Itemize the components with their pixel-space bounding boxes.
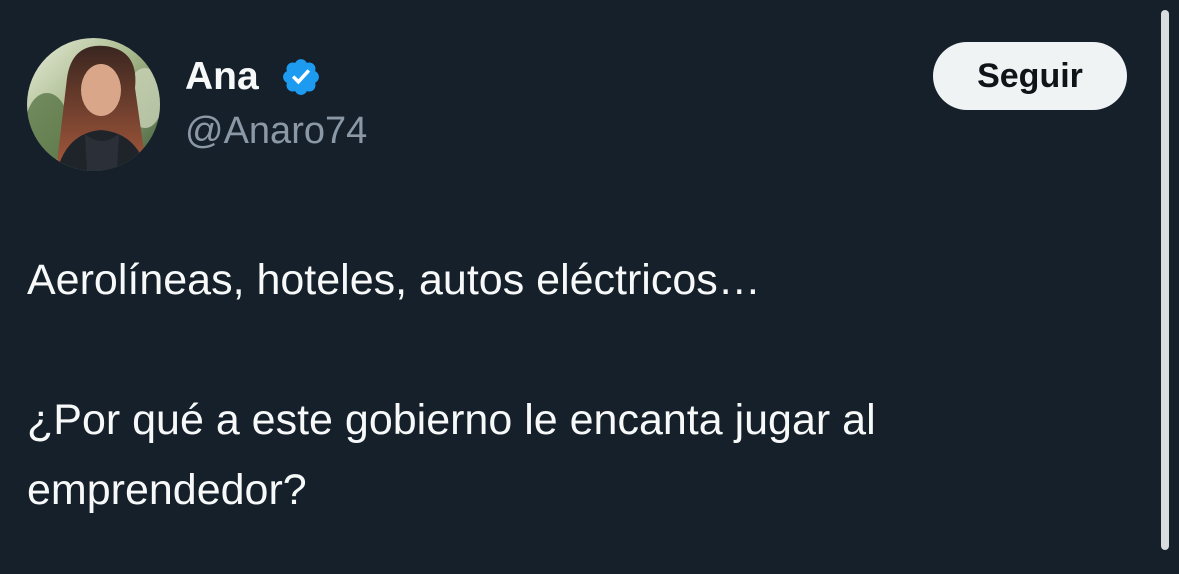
scrollbar[interactable] bbox=[1161, 10, 1169, 550]
tweet-text-line: emprendedor? bbox=[27, 466, 307, 514]
user-handle[interactable]: @Anaro74 bbox=[185, 108, 367, 154]
follow-button[interactable]: Seguir bbox=[933, 42, 1127, 110]
verified-badge-icon bbox=[283, 59, 319, 95]
tweet-text-line: ¿Por qué a este gobierno le encanta juga… bbox=[27, 396, 876, 444]
avatar-photo bbox=[27, 38, 160, 171]
tweet-text-line: Aerolíneas, hoteles, autos eléctricos… bbox=[27, 256, 761, 304]
avatar[interactable] bbox=[27, 38, 160, 171]
tweet-card: Ana @Anaro74 Seguir Aerolíneas, hoteles,… bbox=[0, 0, 1179, 574]
display-name[interactable]: Ana bbox=[185, 54, 259, 100]
